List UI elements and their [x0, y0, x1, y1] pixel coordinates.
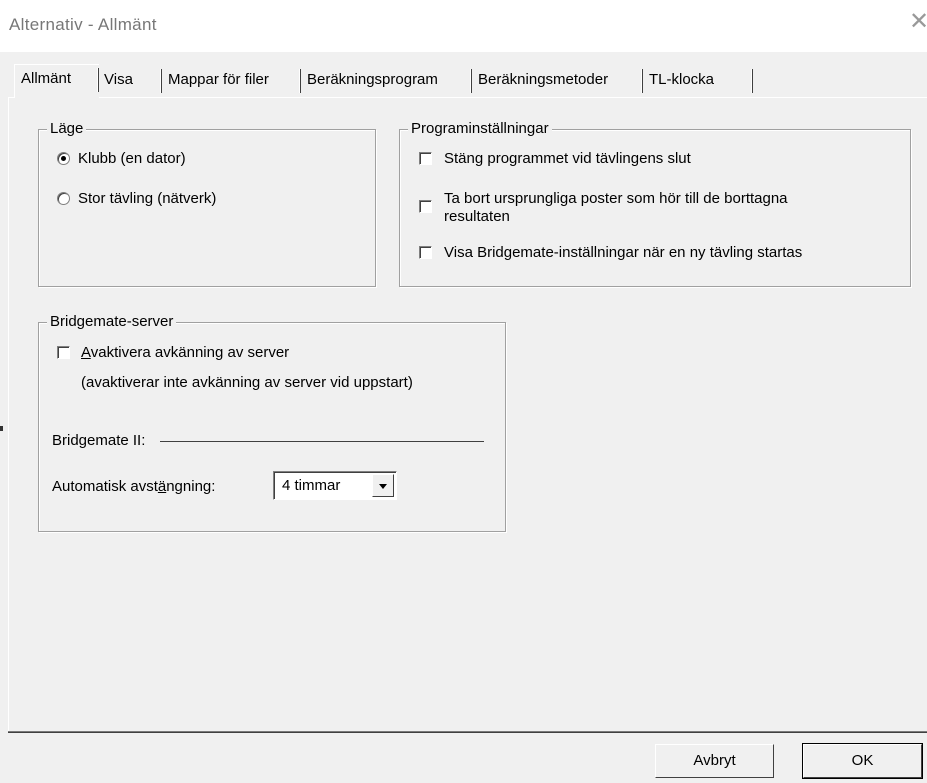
edge-mark: [0, 426, 3, 431]
radio-dot: [61, 156, 66, 161]
auto-off-label-pre: Automatisk avst: [52, 478, 158, 495]
tab-label: Visa: [104, 71, 133, 88]
ok-button[interactable]: OK: [802, 743, 923, 779]
label-remove-posts-line1[interactable]: Ta bort ursprungliga poster som hör till…: [444, 190, 788, 208]
label-rest: vaktivera avkänning av server: [90, 344, 290, 361]
server-detection-note: (avaktiverar inte avkänning av server vi…: [81, 374, 413, 391]
bridgemate-ii-divider: [160, 441, 484, 442]
tab-label: TL-klocka: [649, 71, 715, 88]
auto-off-value: 4 timmar: [282, 477, 341, 494]
accel-a-umlaut: ä: [157, 478, 167, 495]
tab-separator: [97, 68, 99, 92]
auto-off-select[interactable]: 4 timmar: [273, 471, 397, 500]
tab-label: Beräkningsmetoder: [478, 71, 609, 88]
label-close-program[interactable]: Stäng programmet vid tävlingens slut: [444, 150, 691, 168]
radio-label-stor-tavling[interactable]: Stor tävling (nätverk): [78, 190, 216, 208]
tab-allmant[interactable]: Allmänt: [14, 64, 99, 98]
checkbox-close-program[interactable]: [419, 152, 432, 165]
tab-mappar[interactable]: Mappar för filer: [162, 66, 301, 96]
auto-off-label: Automatisk avstängning:: [52, 478, 215, 496]
checkbox-remove-posts[interactable]: [419, 200, 432, 213]
chevron-down-icon[interactable]: [372, 474, 394, 497]
tab-separator: [751, 69, 753, 93]
auto-off-label-post: ngning:: [166, 478, 216, 495]
label-remove-posts-line2[interactable]: resultaten: [444, 208, 510, 226]
tab-label: Allmänt: [21, 70, 72, 87]
accel-a: A: [81, 344, 91, 361]
label-disable-server-detection[interactable]: Avaktivera avkänning av server: [81, 344, 289, 362]
tab-visa[interactable]: Visa: [98, 66, 162, 96]
program-settings-legend: Programinställningar: [408, 120, 552, 138]
mode-group-legend: Läge: [47, 120, 87, 138]
pane-bottom-shadow: [8, 732, 927, 733]
title-bar: Alternativ - Allmänt ✕: [0, 0, 927, 52]
tab-label: Mappar för filer: [168, 71, 269, 88]
radio-klubb[interactable]: [57, 152, 70, 165]
cancel-button[interactable]: Avbryt: [655, 744, 774, 778]
close-icon[interactable]: ✕: [909, 8, 927, 36]
checkbox-disable-server-detection[interactable]: [57, 346, 70, 359]
bridgemate-ii-label: Bridgemate II:: [52, 432, 146, 449]
checkbox-show-bridgemate-settings[interactable]: [419, 246, 432, 259]
label-show-bridgemate-settings[interactable]: Visa Bridgemate-inställningar när en ny …: [444, 244, 802, 262]
bridgemate-server-legend: Bridgemate-server: [47, 313, 177, 331]
tab-berakningsprogram[interactable]: Beräkningsprogram: [301, 66, 472, 96]
tab-label: Beräkningsprogram: [307, 71, 438, 88]
radio-label-klubb[interactable]: Klubb (en dator): [78, 150, 186, 168]
window-title: Alternativ - Allmänt: [9, 15, 157, 34]
radio-stor-tavling[interactable]: [57, 192, 70, 205]
tab-tl-klocka[interactable]: TL-klocka: [643, 66, 753, 96]
tab-berakningsmetoder[interactable]: Beräkningsmetoder: [472, 66, 643, 96]
